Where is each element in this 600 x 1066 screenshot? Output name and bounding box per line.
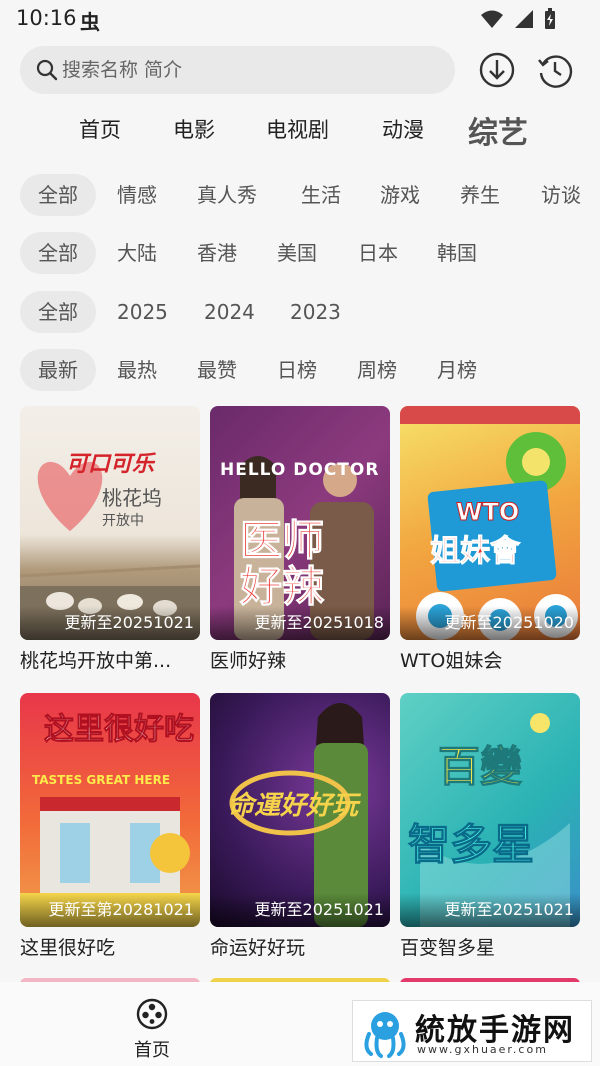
- poster: 百變 智多星 更新至20251021: [400, 693, 580, 927]
- genre-filter-row: 全部 情感 真人秀 生活 游戏 养生 访谈: [20, 174, 600, 216]
- region-chip[interactable]: 美国: [277, 232, 317, 274]
- signal-icon: [515, 10, 533, 28]
- genre-chip[interactable]: 访谈: [541, 174, 581, 216]
- genre-chip[interactable]: 养生: [460, 174, 500, 216]
- sort-chip[interactable]: 月榜: [437, 349, 477, 391]
- card-title: WTO姐妹会: [400, 650, 503, 672]
- poster-subtitle: 智多星: [407, 820, 535, 870]
- battery-icon: [545, 8, 555, 29]
- update-badge: 更新至20251018: [210, 606, 390, 640]
- history-icon[interactable]: [536, 51, 574, 89]
- update-badge: 更新至第20281021: [20, 893, 200, 927]
- poster-subtitle: TASTES GREAT HERE: [32, 773, 171, 787]
- notification-bug-icon: 虫: [80, 10, 100, 34]
- nav-home[interactable]: 首页: [124, 998, 180, 1062]
- update-badge: 更新至20251021: [400, 893, 580, 927]
- region-chip[interactable]: 大陆: [117, 232, 157, 274]
- sort-filter-row: 最新 最热 最赞 日榜 周榜 月榜: [20, 349, 600, 391]
- tab-anime[interactable]: 动漫: [382, 114, 424, 144]
- update-badge: 更新至20251021: [20, 606, 200, 640]
- status-bar: 10:16 虫: [0, 0, 600, 40]
- genre-chip-all[interactable]: 全部: [20, 174, 96, 216]
- poster-subtitle: 医师好辣: [240, 516, 325, 611]
- tab-tv-series[interactable]: 电视剧: [266, 114, 329, 144]
- region-chip[interactable]: 韩国: [437, 232, 477, 274]
- poster: 可口可乐 桃花坞 开放中 更新至20251021: [20, 406, 200, 640]
- tab-variety[interactable]: 综艺: [468, 108, 528, 152]
- poster-logo-text: HELLO DOCTOR: [220, 460, 380, 480]
- poster-logo-text: WTO: [455, 498, 520, 527]
- poster: HELLO DOCTOR 医师好辣 更新至20251018: [210, 406, 390, 640]
- search-row: [20, 46, 580, 94]
- genre-chip[interactable]: 情感: [117, 174, 157, 216]
- octopus-logo-icon: [364, 1012, 406, 1058]
- card-title: 医师好辣: [210, 650, 287, 672]
- year-chip[interactable]: 2025: [117, 291, 168, 333]
- sort-chip-latest[interactable]: 最新: [20, 349, 96, 391]
- poster-subtitle: 桃花坞: [102, 486, 162, 510]
- poster: 命運好好玩 更新至20251021: [210, 693, 390, 927]
- sort-chip[interactable]: 最赞: [197, 349, 237, 391]
- genre-chip[interactable]: 游戏: [380, 174, 420, 216]
- poster-logo-text: 命運好好玩: [228, 791, 359, 821]
- poster: 这里很好吃 TASTES GREAT HERE 更新至第20281021: [20, 693, 200, 927]
- poster-subtitle: 姐妹會: [430, 534, 521, 570]
- year-chip[interactable]: 2023: [290, 291, 341, 333]
- sort-chip[interactable]: 最热: [117, 349, 157, 391]
- tab-home[interactable]: 首页: [79, 114, 121, 144]
- main-tabs: 首页 电影 电视剧 动漫 综艺: [0, 100, 600, 156]
- region-chip-all[interactable]: 全部: [20, 232, 96, 274]
- update-badge: 更新至20251021: [210, 893, 390, 927]
- card-title: 这里很好吃: [20, 937, 116, 959]
- region-chip[interactable]: 日本: [358, 232, 398, 274]
- watermark-url: www.gxhuaer.com: [417, 1043, 548, 1056]
- search-icon: [36, 59, 58, 81]
- search-box[interactable]: [20, 46, 455, 94]
- poster-subtitle-2: 开放中: [102, 513, 144, 529]
- sort-chip[interactable]: 周榜: [357, 349, 397, 391]
- tab-movies[interactable]: 电影: [173, 114, 215, 144]
- download-icon[interactable]: [478, 51, 516, 89]
- genre-chip[interactable]: 真人秀: [197, 174, 257, 216]
- year-chip[interactable]: 2024: [204, 291, 255, 333]
- card-title: 桃花坞开放中第...: [20, 650, 172, 672]
- wifi-icon: [481, 10, 503, 28]
- poster-logo-text: 这里很好吃: [44, 712, 195, 747]
- poster: WTO 姐妹會 更新至20251020: [400, 406, 580, 640]
- poster-logo-text: 百變: [437, 742, 523, 792]
- site-watermark: 統放手游网 www.gxhuaer.com: [352, 1000, 592, 1062]
- search-input[interactable]: [62, 46, 442, 94]
- genre-chip[interactable]: 生活: [301, 174, 341, 216]
- update-badge: 更新至20251020: [400, 606, 580, 640]
- status-time: 10:16: [16, 6, 77, 30]
- region-filter-row: 全部 大陆 香港 美国 日本 韩国: [20, 232, 600, 274]
- home-film-reel-icon: [136, 998, 168, 1030]
- nav-home-label: 首页: [134, 1040, 170, 1061]
- sort-chip[interactable]: 日榜: [277, 349, 317, 391]
- card-title: 命运好好玩: [210, 937, 306, 959]
- year-filter-row: 全部 2025 2024 2023: [20, 291, 600, 333]
- poster-logo-text: 可口可乐: [66, 452, 155, 477]
- year-chip-all[interactable]: 全部: [20, 291, 96, 333]
- region-chip[interactable]: 香港: [197, 232, 237, 274]
- status-icons: [480, 8, 556, 30]
- card-title: 百变智多星: [400, 937, 496, 959]
